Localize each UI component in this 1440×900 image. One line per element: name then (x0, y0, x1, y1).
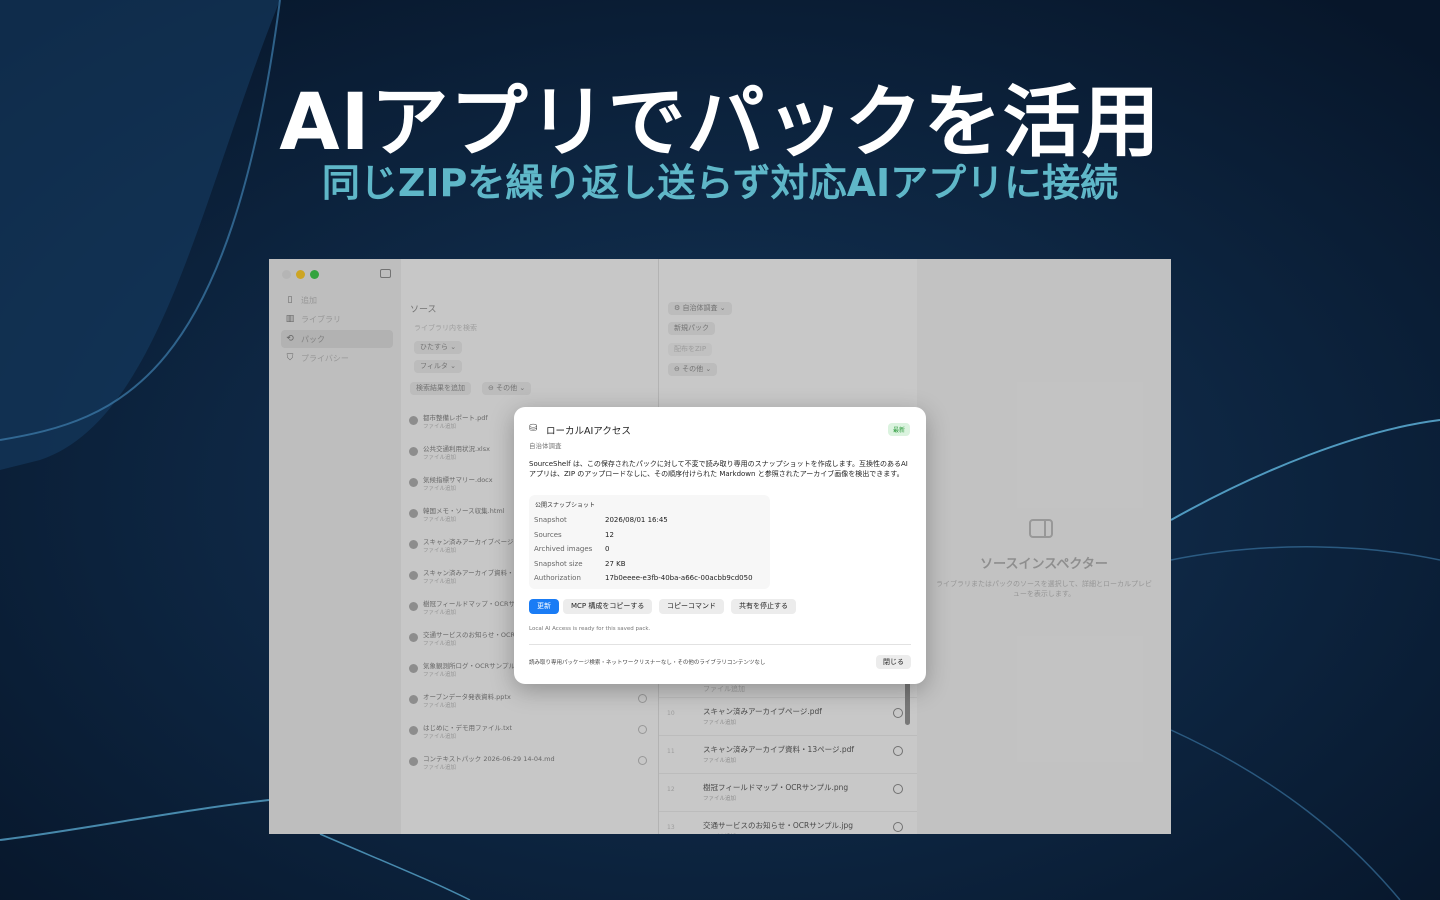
snapshot-box: 公開スナップショット Snapshot 2026/08/01 16:45 Sou… (529, 495, 770, 589)
snapshot-key: Snapshot (534, 516, 567, 524)
authorization-value: 17b0eeee-e3fb-40ba-a66c-00acbb9cd050 (605, 574, 753, 582)
archived-images-value: 0 (605, 545, 610, 553)
sources-key: Sources (534, 531, 562, 539)
divider (529, 644, 911, 645)
dialog-subtitle: 自治体調査 (529, 442, 562, 450)
archived-images-key: Archived images (534, 545, 593, 553)
sources-value: 12 (605, 531, 614, 539)
stop-sharing-button[interactable]: 共有を停止する (731, 599, 796, 614)
server-icon: ⛁ (529, 423, 538, 434)
local-ai-access-dialog: ⛁ ローカルAIアクセス 最新 自治体調査 SourceShelf は、この保存… (514, 407, 926, 684)
snapshot-size-key: Snapshot size (534, 560, 583, 568)
status-text: Local AI Access is ready for this saved … (529, 626, 651, 632)
snapshot-value: 2026/08/01 16:45 (605, 516, 668, 524)
footer-note: 読み取り専用パッケージ検索・ネットワークリスナーなし・その他のライブラリコンテン… (529, 660, 766, 666)
status-badge: 最新 (887, 423, 910, 436)
update-button[interactable]: 更新 (529, 599, 559, 614)
copy-command-button[interactable]: コピーコマンド (659, 599, 724, 614)
snapshot-size-value: 27 KB (605, 560, 626, 568)
hero-subtitle: 同じZIPを繰り返し送らず対応AIアプリに接続 (321, 161, 1119, 205)
snapshot-header: 公開スナップショット (535, 502, 596, 509)
close-button[interactable]: 閉じる (876, 655, 911, 669)
dialog-title: ローカルAIアクセス (546, 426, 631, 437)
copy-mcp-config-button[interactable]: MCP 構成をコピーする (563, 599, 653, 614)
dialog-description: SourceShelf は、この保存されたパックに対して不変で読み取り専用のスナ… (529, 460, 908, 478)
authorization-key: Authorization (534, 574, 581, 582)
